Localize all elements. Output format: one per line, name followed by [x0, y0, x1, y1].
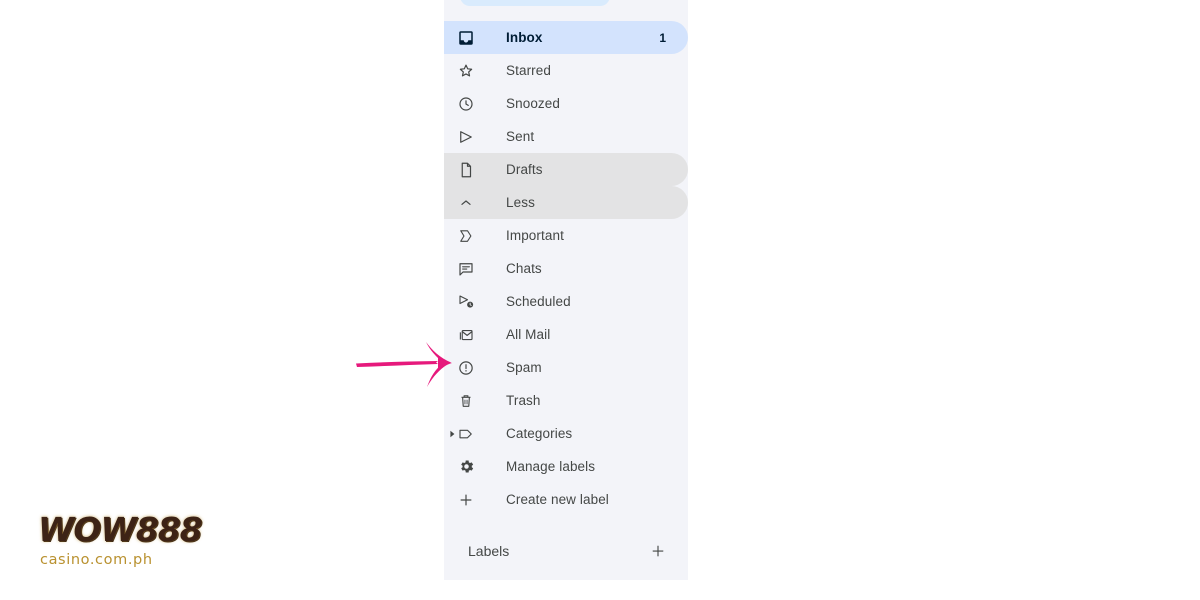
- star-icon: [456, 61, 476, 81]
- label-tag-icon: [456, 424, 476, 444]
- sidebar-item-label: Manage labels: [506, 459, 596, 474]
- gear-icon: [456, 457, 476, 477]
- send-icon: [456, 127, 476, 147]
- inbox-unread-count: 1: [659, 30, 666, 45]
- sidebar-item-important[interactable]: Important: [444, 219, 688, 252]
- expand-triangle-icon[interactable]: [447, 429, 457, 439]
- chat-bubble-icon: [456, 259, 476, 279]
- sidebar-item-chats[interactable]: Chats: [444, 252, 688, 285]
- right-arrow-annotation: [352, 340, 477, 390]
- sidebar-item-all-mail[interactable]: All Mail: [444, 318, 688, 351]
- labels-section-header: Labels: [444, 533, 688, 569]
- sidebar-item-less[interactable]: Less: [444, 186, 688, 219]
- document-icon: [456, 160, 476, 180]
- sidebar-item-scheduled[interactable]: Scheduled: [444, 285, 688, 318]
- gmail-sidebar: Inbox 1 Starred Snoozed Sent Drafts Less…: [444, 0, 688, 580]
- logo-main-text: WOW888: [38, 510, 203, 549]
- sidebar-item-label: Inbox: [506, 30, 543, 45]
- sidebar-item-label: Scheduled: [506, 294, 571, 309]
- sidebar-item-label: Drafts: [506, 162, 543, 177]
- chevron-up-icon: [456, 193, 476, 213]
- sidebar-item-trash[interactable]: Trash: [444, 384, 688, 417]
- scheduled-send-icon: [456, 292, 476, 312]
- important-tag-icon: [456, 226, 476, 246]
- logo-sub-text: casino.com.ph: [40, 552, 153, 568]
- sidebar-item-sent[interactable]: Sent: [444, 120, 688, 153]
- sidebar-item-spam[interactable]: Spam: [444, 351, 688, 384]
- sidebar-item-categories[interactable]: Categories: [444, 417, 688, 450]
- sidebar-item-label: Snoozed: [506, 96, 560, 111]
- top-chip-partial[interactable]: [460, 0, 610, 6]
- sidebar-item-label: Important: [506, 228, 564, 243]
- sidebar-item-create-new-label[interactable]: Create new label: [444, 483, 688, 516]
- sidebar-nav-list: Inbox 1 Starred Snoozed Sent Drafts Less…: [444, 21, 688, 516]
- sidebar-item-label: Spam: [506, 360, 542, 375]
- plus-icon[interactable]: [648, 541, 668, 561]
- sidebar-item-label: Chats: [506, 261, 542, 276]
- plus-icon: [456, 490, 476, 510]
- sidebar-item-manage-labels[interactable]: Manage labels: [444, 450, 688, 483]
- trash-icon: [456, 391, 476, 411]
- wow888-logo: WOW888 casino.com.ph: [38, 512, 218, 578]
- labels-title: Labels: [468, 543, 510, 559]
- sidebar-item-inbox[interactable]: Inbox 1: [444, 21, 688, 54]
- sidebar-item-label: Trash: [506, 393, 541, 408]
- sidebar-item-drafts[interactable]: Drafts: [444, 153, 688, 186]
- sidebar-item-label: Create new label: [506, 492, 609, 507]
- clock-icon: [456, 94, 476, 114]
- sidebar-item-label: All Mail: [506, 327, 551, 342]
- sidebar-item-label: Categories: [506, 426, 573, 441]
- sidebar-item-label: Less: [506, 195, 535, 210]
- sidebar-item-label: Starred: [506, 63, 551, 78]
- sidebar-item-starred[interactable]: Starred: [444, 54, 688, 87]
- sidebar-item-label: Sent: [506, 129, 535, 144]
- sidebar-item-snoozed[interactable]: Snoozed: [444, 87, 688, 120]
- inbox-icon: [456, 28, 476, 48]
